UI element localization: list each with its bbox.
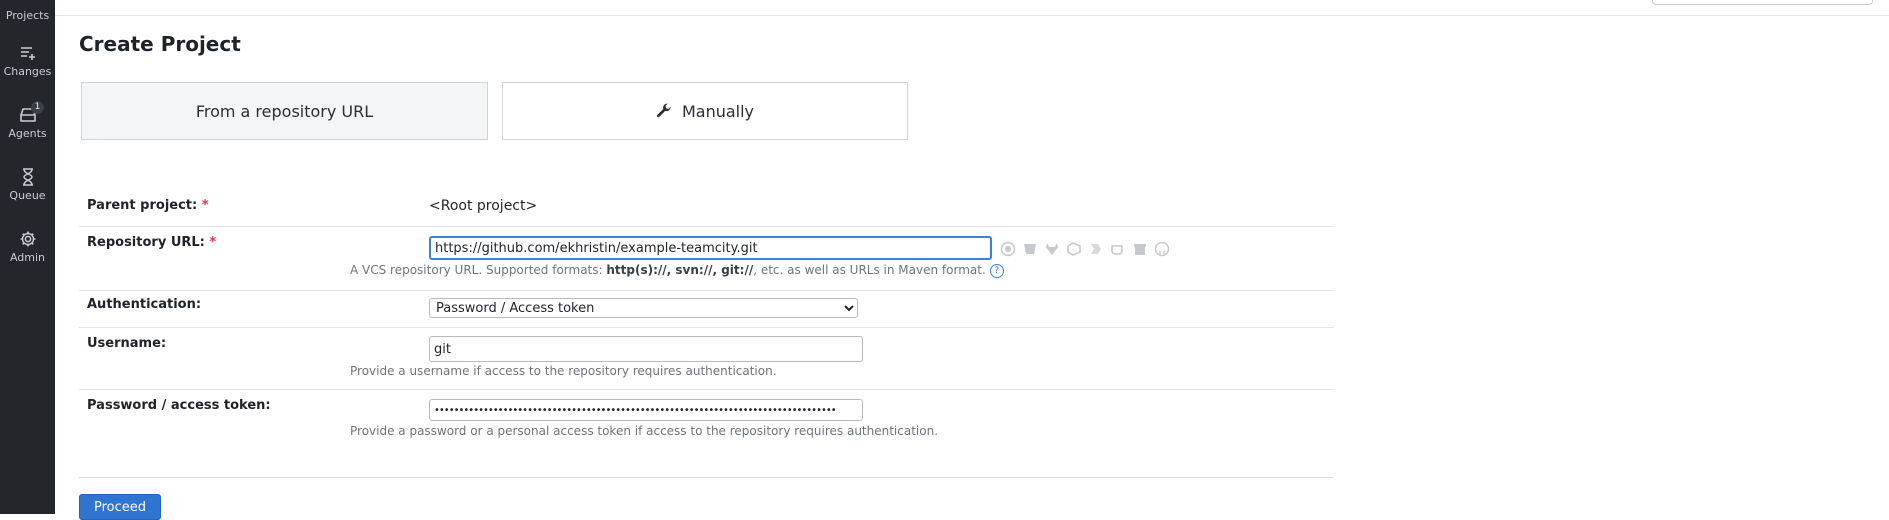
sidebar-item-queue[interactable]: Queue: [0, 168, 55, 202]
bitbucket-icon[interactable]: [1022, 241, 1038, 257]
header-divider: [55, 15, 1889, 16]
repository-url-input[interactable]: [429, 236, 992, 260]
github-icon-2[interactable]: [1154, 241, 1170, 257]
tab-manually[interactable]: Manually: [502, 82, 908, 140]
sidebar-item-label: Admin: [9, 251, 46, 264]
azure-devops-icon[interactable]: [1066, 241, 1082, 257]
sidebar-item-admin[interactable]: Admin: [0, 230, 55, 264]
wrench-icon: [656, 103, 671, 118]
tab-from-repository-url[interactable]: From a repository URL: [81, 82, 488, 140]
sidebar-item-label: Queue: [9, 189, 46, 202]
parent-project-row: Parent project: * <Root project>: [79, 198, 1334, 227]
space-icon[interactable]: [1088, 241, 1104, 257]
username-hint: Provide a username if access to the repo…: [350, 364, 777, 378]
breadcrumb: [92, 0, 306, 2]
repository-url-hint: A VCS repository URL. Supported formats:…: [350, 263, 1004, 278]
sidebar-item-agents[interactable]: 1 Agents: [0, 101, 55, 140]
username-input[interactable]: [429, 336, 863, 362]
help-icon[interactable]: ?: [989, 263, 1004, 278]
parent-project-value: <Root project>: [429, 198, 538, 214]
hourglass-icon: [22, 168, 33, 186]
archive-icon[interactable]: [1132, 241, 1148, 257]
tab-label: From a repository URL: [195, 101, 374, 121]
sidebar-item-label: Projects: [5, 9, 50, 22]
form-divider: [79, 477, 1334, 478]
required-marker: *: [201, 198, 209, 213]
changes-icon: [20, 47, 35, 60]
password-input[interactable]: [429, 399, 863, 421]
vcs-provider-icons: [1000, 241, 1170, 257]
gitlab-icon[interactable]: [1044, 241, 1060, 257]
page-title: Create Project: [79, 32, 241, 56]
authentication-label: Authentication:: [87, 297, 202, 312]
repository-url-label: Repository URL: *: [87, 235, 217, 250]
password-label: Password / access token:: [87, 398, 271, 413]
sidebar-item-changes[interactable]: Changes: [0, 44, 55, 78]
username-label: Username:: [87, 336, 167, 351]
sidebar-item-label: Changes: [3, 65, 52, 78]
tab-label: Manually: [681, 101, 755, 121]
password-hint: Provide a password or a personal access …: [350, 424, 939, 438]
required-marker: *: [209, 235, 217, 250]
github-icon[interactable]: [1000, 241, 1016, 257]
sidebar-item-projects[interactable]: Projects: [0, 0, 55, 22]
agents-badge: 1: [31, 101, 44, 114]
authentication-select[interactable]: Password / Access token: [429, 298, 858, 318]
gitea-icon[interactable]: [1110, 241, 1126, 257]
sidebar-item-label: Agents: [8, 127, 47, 140]
gear-icon: [20, 231, 35, 247]
parent-project-label: Parent project: *: [87, 198, 209, 213]
proceed-button[interactable]: Proceed: [79, 494, 161, 520]
sidebar: Projects Changes 1 Agents Queue Admin: [0, 0, 55, 514]
search-input[interactable]: [1652, 0, 1873, 5]
supported-formats: http(s)://, svn://, git://: [606, 263, 754, 277]
